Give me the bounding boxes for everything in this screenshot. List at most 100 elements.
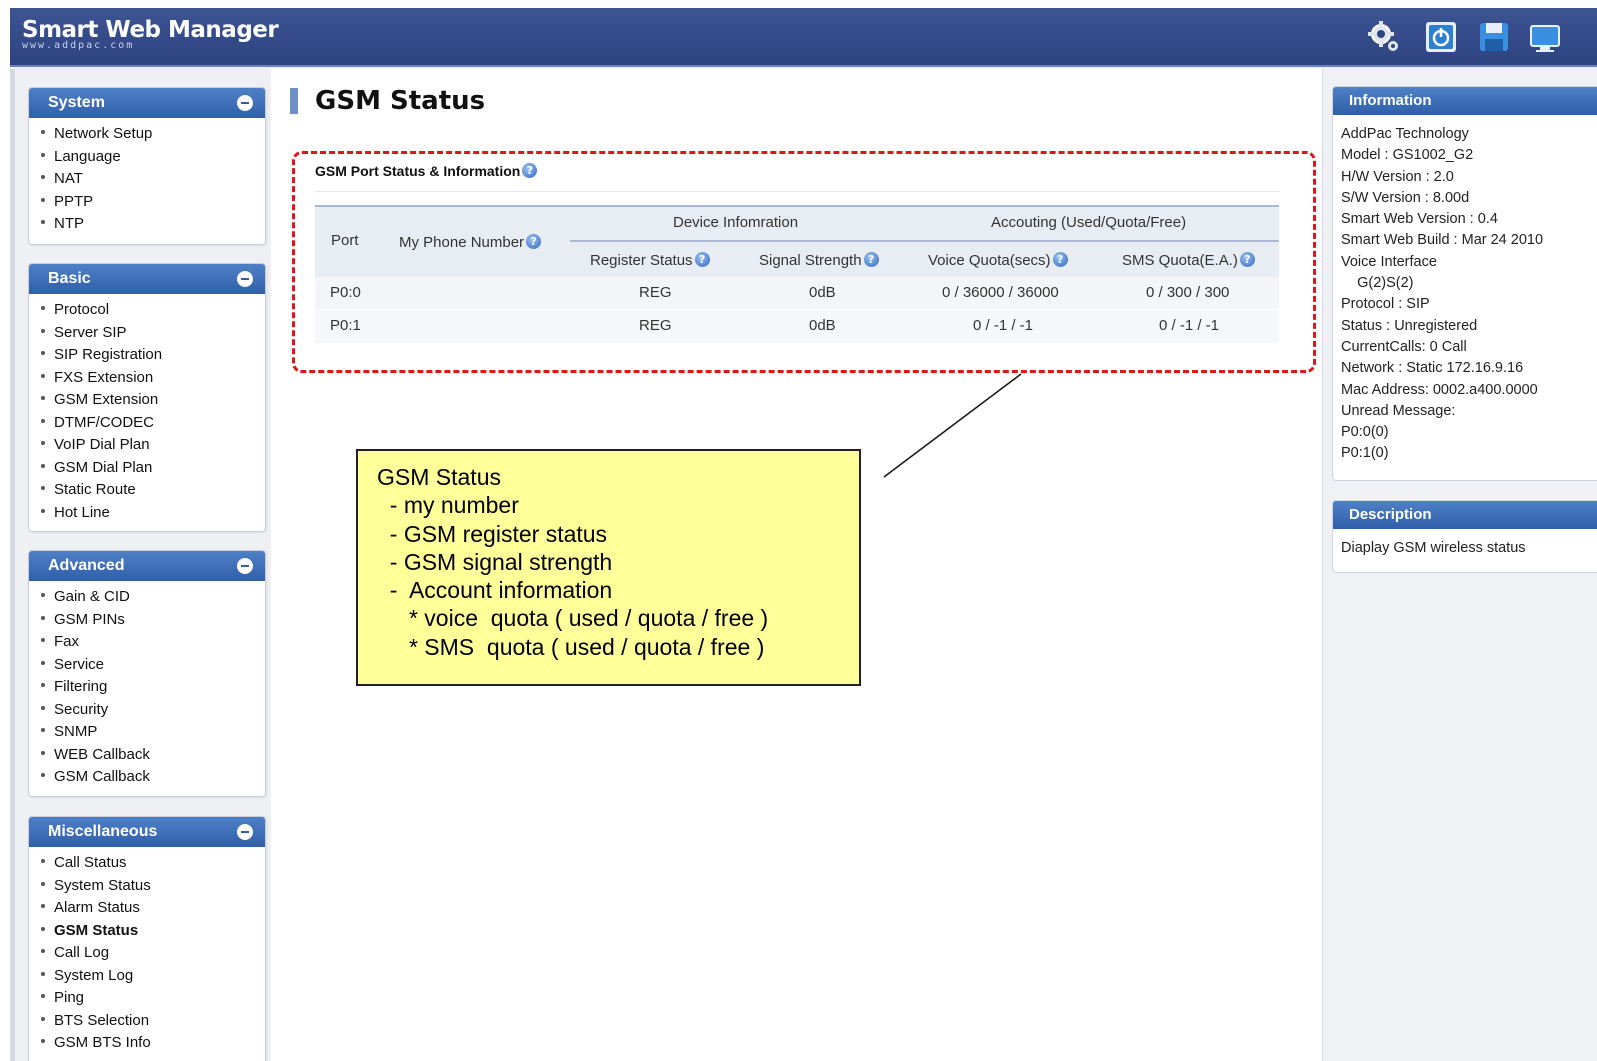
menu-item[interactable]: GSM Callback [29, 766, 265, 789]
menu-item[interactable]: Filtering [29, 676, 265, 699]
menu-panel-basic: Basic Protocol Server SIP SIP Registrati… [28, 263, 266, 532]
menu-item-label: VoIP Dial Plan [54, 436, 150, 453]
menu-item[interactable]: FXS Extension [29, 367, 265, 390]
menu-item[interactable]: WEB Callback [29, 744, 265, 767]
settings-gears-icon[interactable] [1367, 20, 1401, 54]
menu-item[interactable]: GSM PINs [29, 609, 265, 632]
menu-item[interactable]: Ping [29, 987, 265, 1010]
menu-item[interactable]: Service [29, 654, 265, 677]
collapse-icon[interactable] [237, 824, 253, 840]
menu-item-label: Alarm Status [54, 899, 140, 916]
help-icon[interactable]: ? [863, 252, 879, 267]
menu-item[interactable]: NTP [29, 213, 265, 236]
info-line: Model : GS1002_G2 [1341, 147, 1474, 164]
annotation-callout: GSM Status - my number - GSM register st… [356, 449, 861, 686]
callout-line: - GSM signal strength [377, 548, 613, 575]
menu-item[interactable]: PPTP [29, 191, 265, 214]
menu-item-label: Ping [54, 989, 85, 1006]
bullet-icon [41, 328, 45, 333]
save-disk-icon[interactable] [1477, 20, 1511, 54]
menu-item[interactable]: Static Route [29, 479, 265, 502]
gsm-status-table: Port My Phone Number? Device Infomration… [315, 205, 1279, 361]
callout-line: - GSM register status [377, 520, 608, 547]
group-divider-device [570, 240, 910, 242]
menu-item[interactable]: Call Status [29, 852, 265, 875]
help-icon[interactable]: ? [526, 234, 542, 249]
bullet-icon [41, 441, 45, 445]
section-title-text: GSM Port Status & Information [315, 163, 521, 179]
help-icon[interactable]: ? [694, 252, 710, 267]
menu-item[interactable]: System Status [29, 875, 265, 898]
bullet-icon [41, 306, 45, 310]
menu-item[interactable]: Language [29, 146, 265, 169]
bullet-icon [41, 683, 45, 687]
panel-header[interactable]: Basic [29, 264, 265, 294]
info-line: Network : Static 172.16.9.16 [1341, 360, 1524, 377]
panel-header[interactable]: Miscellaneous [29, 817, 265, 847]
info-line: Status : Unregistered [1341, 317, 1478, 334]
cell-register: REG [639, 317, 672, 334]
menu-item[interactable]: GSM Extension [29, 389, 265, 412]
bullet-icon [41, 949, 45, 953]
collapse-icon[interactable] [237, 558, 253, 574]
menu-item[interactable]: Fax [29, 631, 265, 654]
menu-item-label: WEB Callback [54, 745, 150, 763]
menu-item[interactable]: SNMP [29, 721, 265, 744]
column-header-voice-label: Voice Quota(secs) [928, 252, 1051, 269]
menu-item[interactable]: Protocol [29, 299, 265, 322]
menu-item[interactable]: BTS Selection [29, 1010, 265, 1033]
cell-signal: 0dB [809, 317, 836, 334]
menu-item[interactable]: Gain & CID [29, 586, 265, 609]
group-header-accounting: Accouting (Used/Quota/Free) [991, 214, 1187, 231]
menu-item[interactable]: SIP Registration [29, 344, 265, 367]
column-header-phone-label: My Phone Number [399, 234, 525, 251]
menu-item-label: Network Setup [54, 125, 153, 142]
brand-logo[interactable]: Smart Web Manager www.addpac.com [22, 16, 279, 51]
help-icon[interactable]: ? [522, 163, 538, 178]
menu-item[interactable]: NAT [29, 168, 265, 191]
menu-item[interactable]: System Log [29, 965, 265, 988]
cell-port: P0:1 [330, 317, 361, 334]
column-header-signal-label: Signal Strength [759, 252, 862, 269]
collapse-icon[interactable] [237, 95, 253, 111]
page-title: GSM Status [315, 86, 486, 116]
menu-item[interactable]: Server SIP [29, 322, 265, 345]
bullet-icon [41, 904, 45, 908]
information-panel: Information AddPac Technology Model : GS… [1332, 86, 1597, 481]
table-row: P0:1 REG 0dB 0 / -1 / -1 0 / -1 / -1 [315, 310, 1279, 343]
menu-item[interactable]: Network Setup [29, 123, 265, 146]
menu-item[interactable]: GSM Dial Plan [29, 457, 265, 480]
callout-line: * SMS quota ( used / quota / free ) [377, 633, 765, 660]
info-line: Smart Web Build : Mar 24 2010 [1341, 232, 1544, 249]
power-icon[interactable] [1424, 20, 1458, 54]
menu-item[interactable]: Call Log [29, 942, 265, 965]
bullet-icon [41, 593, 45, 597]
panel-header[interactable]: System [29, 88, 265, 118]
menu-item[interactable]: GSM BTS Info [29, 1032, 265, 1055]
menu-item-label: GSM BTS Info [54, 1034, 151, 1051]
menu-item[interactable]: Alarm Status [29, 897, 265, 920]
panel-header[interactable]: Advanced [29, 551, 265, 581]
column-header-signal: Signal Strength? [759, 252, 879, 269]
info-line: Protocol : SIP [1341, 296, 1430, 313]
bullet-icon [41, 705, 45, 710]
collapse-icon[interactable] [237, 271, 253, 287]
help-icon[interactable]: ? [1052, 252, 1068, 267]
menu-item-label: Call Status [54, 854, 127, 871]
menu-item-label: Protocol [54, 301, 110, 318]
menu-item[interactable]: VoIP Dial Plan [29, 434, 265, 457]
help-icon[interactable]: ? [1239, 252, 1255, 267]
menu-item-label: Language [54, 147, 121, 165]
cell-voice: 0 / 36000 / 36000 [942, 284, 1059, 301]
menu-item[interactable]: Hot Line [29, 502, 265, 525]
menu-item-label: Static Route [54, 481, 136, 498]
menu-item-active[interactable]: GSM Status [29, 920, 265, 943]
monitor-icon[interactable] [1527, 20, 1561, 54]
menu-item-label: GSM Dial Plan [54, 458, 153, 476]
menu-item[interactable]: Security [29, 699, 265, 722]
menu-item-label: Server SIP [54, 323, 127, 341]
top-header: Smart Web Manager www.addpac.com [10, 8, 1597, 67]
left-sidebar: System Network Setup Language NAT PPTP N… [10, 69, 271, 1061]
menu-item[interactable]: DTMF/CODEC [29, 412, 265, 435]
group-header-device: Device Infomration [673, 214, 799, 231]
